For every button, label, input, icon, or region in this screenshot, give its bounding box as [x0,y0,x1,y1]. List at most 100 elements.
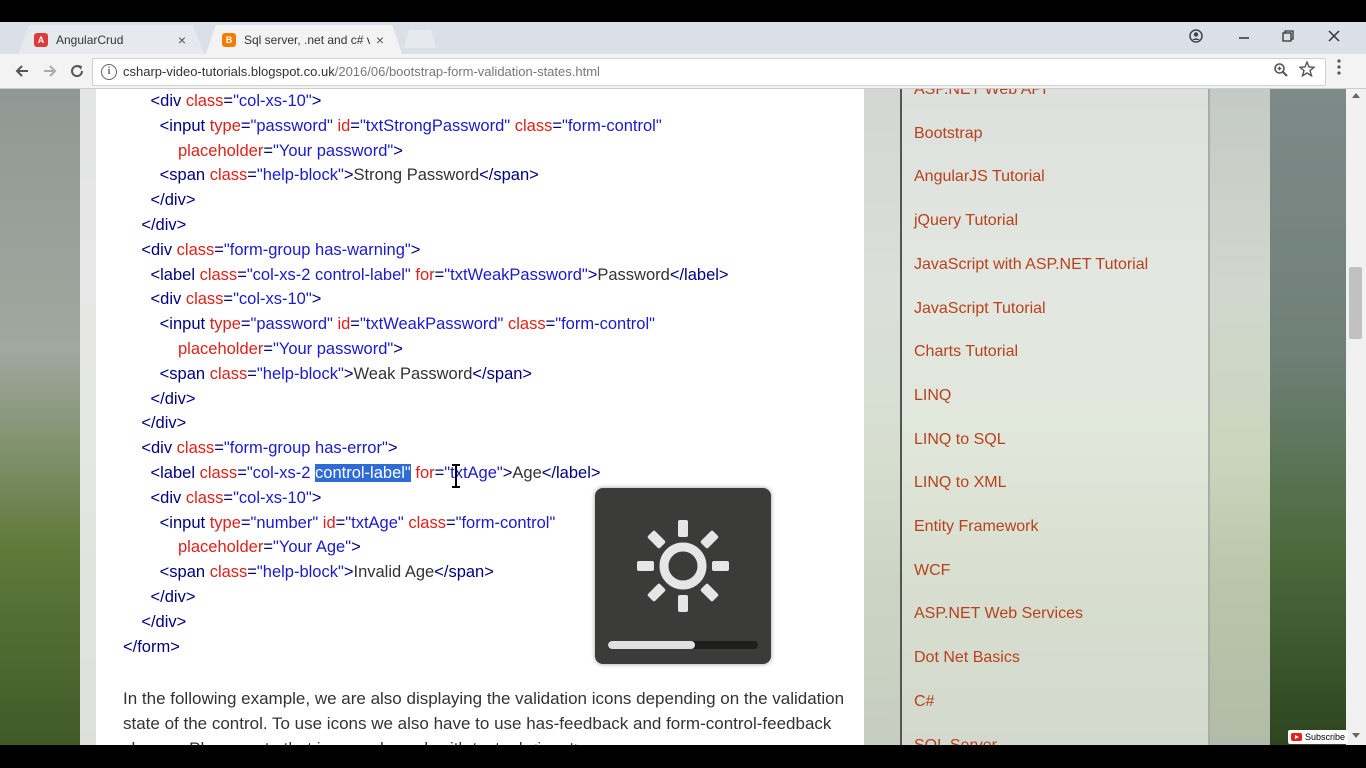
code-token: = [247,563,257,582]
code-token: class [176,439,215,458]
code-line: placeholder="Your password"> [123,139,729,164]
tab-sql-server[interactable]: B Sql server, .net and c# vid × [206,25,402,54]
code-token: = [263,141,273,160]
code-token: <input [123,513,210,532]
code-token: "password" [250,315,333,334]
code-token: "form-control" [561,116,662,135]
code-token: "txtAge" [345,513,404,532]
address-bar[interactable]: i csharp-video-tutorials.blogspot.co.uk/… [92,58,1326,86]
code-token: = [350,116,360,135]
tab-angularcrud[interactable]: A AngularCrud × [18,25,204,54]
brightness-osd [595,488,771,664]
close-tab-icon[interactable]: × [370,32,390,48]
tab-strip: A AngularCrud × B Sql server, .net and c… [0,22,1366,54]
code-token: "help-block" [256,166,344,185]
site-info-icon[interactable]: i [101,64,117,80]
code-token: > [393,339,403,358]
code-token: = [214,439,224,458]
code-token: = [240,315,251,334]
code-token: class [508,315,546,334]
new-tab-button[interactable] [404,30,436,48]
reload-icon[interactable] [65,59,89,83]
sidebar-link[interactable]: AngularJS Tutorial [914,168,1045,186]
code-token: </div> [123,587,196,606]
restore-icon[interactable] [1266,22,1310,50]
code-token: </div> [123,191,196,210]
code-line: <span class="help-block">Weak Password</… [123,362,729,387]
code-token: class [199,265,238,284]
back-icon[interactable] [10,59,34,83]
sidebar [900,89,1210,745]
code-token: Weak Password [353,364,473,383]
code-token: Strong Password [353,166,480,185]
sidebar-link[interactable]: WCF [914,562,950,580]
code-token: = [434,463,445,482]
close-tab-icon[interactable]: × [172,32,192,48]
minimize-icon[interactable] [1222,22,1266,50]
sidebar-link[interactable]: LINQ to XML [914,474,1006,492]
code-token: > [410,240,421,259]
scroll-down-arrow-icon[interactable] [1352,733,1360,738]
scroll-thumb[interactable] [1349,267,1362,339]
code-token: </div> [123,414,187,433]
scroll-up-arrow-icon[interactable] [1352,93,1360,98]
url-host: csharp-video-tutorials.blogspot.co.uk [123,64,335,79]
sidebar-link[interactable]: Dot Net Basics [914,649,1020,667]
blogger-icon: B [222,32,236,47]
code-token: "col-xs-2 [246,463,316,482]
sidebar-link[interactable]: ASP.NET Web Services [914,605,1083,623]
code-line: <div class="form-group has-error"> [123,436,729,461]
code-token: <span [123,563,210,582]
code-token: = [247,364,257,383]
code-token: </div> [123,612,187,631]
code-line: <div class="col-xs-10"> [123,89,729,114]
code-line: <input type="password" id="txtStrongPass… [123,114,729,139]
code-token: > [502,463,513,482]
profile-icon[interactable] [1174,22,1218,50]
code-token: <div [123,290,186,309]
forward-icon[interactable] [38,59,62,83]
article-paragraph: In the following example, we are also di… [123,689,845,745]
code-token: <div [123,92,186,110]
code-token: for [415,265,435,284]
sidebar-link[interactable]: JavaScript Tutorial [914,300,1046,318]
code-token: = [263,339,273,358]
subscribe-button[interactable]: Subscribe [1288,730,1349,744]
code-token: Age [512,463,542,482]
bookmark-star-icon[interactable] [1298,60,1316,82]
code-token: > [311,290,322,309]
chrome-menu-icon[interactable] [1336,58,1342,81]
code-token: </label> [541,463,601,482]
code-token: "password" [250,116,333,135]
code-token: </div> [123,389,196,408]
code-token: = [223,488,234,507]
code-token: id [337,116,351,135]
sidebar-link[interactable]: LINQ [914,387,951,405]
page-scrollbar[interactable] [1346,89,1366,745]
code-token: <input [123,116,210,135]
sidebar-link[interactable]: Entity Framework [914,518,1038,536]
code-token: <div [123,240,177,259]
window-close-icon[interactable] [1312,22,1356,50]
sidebar-link[interactable]: LINQ to SQL [914,431,1006,449]
code-token: type [209,116,241,135]
code-token: > [387,439,398,458]
code-token: > [393,141,403,160]
sidebar-link[interactable]: ASP.NET Web API [914,89,1047,99]
code-token: "number" [250,513,319,532]
code-token: class [209,563,248,582]
code-token: Password [597,265,670,284]
code-token: "form-control" [455,513,556,532]
sidebar-link[interactable]: Charts Tutorial [914,343,1018,361]
code-token: > [587,265,598,284]
code-token: "txtWeakPassword" [359,315,504,334]
sidebar-link[interactable]: jQuery Tutorial [914,212,1018,230]
sidebar-link[interactable]: Bootstrap [914,125,982,143]
sidebar-link[interactable]: C# [914,693,934,711]
code-token: "form-group has-error" [223,439,388,458]
zoom-icon[interactable] [1273,62,1289,82]
sidebar-link[interactable]: JavaScript with ASP.NET Tutorial [914,256,1148,274]
code-line: </div> [123,387,729,412]
tab-title: Sql server, .net and c# vid [244,32,370,47]
sidebar-link[interactable]: SQL Server [914,737,997,746]
